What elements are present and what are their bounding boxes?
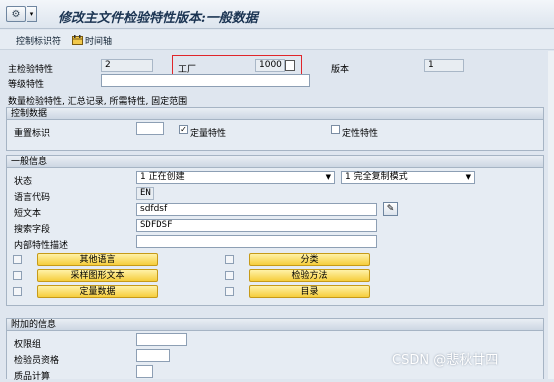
language-label: 语言代码 bbox=[14, 193, 51, 203]
internal-desc-label: 内部特性描述 bbox=[14, 241, 69, 251]
general-info-heading: 一般信息 bbox=[7, 156, 543, 168]
class-char-input[interactable] bbox=[101, 74, 310, 87]
status-label: 状态 bbox=[14, 177, 33, 187]
dropdown-arrow-icon: ▼ bbox=[465, 173, 471, 181]
edit-text-icon[interactable]: ✎ bbox=[383, 202, 398, 216]
vertical-scrollbar[interactable] bbox=[548, 51, 554, 379]
data-note: 数量检验特性, 汇总记录, 所需特性, 固定范围 bbox=[8, 97, 188, 107]
authorization-label: 权限组 bbox=[14, 340, 42, 350]
control-ids-label: 控制标识符 bbox=[16, 37, 62, 47]
catalog-indicator bbox=[225, 287, 234, 296]
short-text-label: 短文本 bbox=[14, 209, 42, 219]
copy-icon[interactable] bbox=[285, 60, 295, 71]
quantitative-label: 定量特性 bbox=[190, 129, 227, 139]
status-dropdown[interactable]: 1 正在创建 ▼ bbox=[136, 171, 335, 184]
status-value: 1 正在创建 bbox=[140, 172, 185, 182]
other-languages-indicator bbox=[13, 255, 22, 264]
copy-mode-value: 1 完全复制模式 bbox=[345, 172, 408, 182]
search-field-label: 搜索字段 bbox=[14, 225, 51, 235]
plant-field: 1000 bbox=[255, 59, 285, 72]
reference-id-input[interactable] bbox=[136, 122, 164, 135]
quantitative-data-button[interactable]: 定量数据 bbox=[37, 285, 158, 298]
master-char-label: 主检验特性 bbox=[8, 65, 54, 75]
control-data-group: 控制数据 bbox=[6, 107, 544, 151]
reference-id-label: 重置标识 bbox=[14, 129, 51, 139]
short-text-input[interactable]: sdfdsf bbox=[136, 203, 377, 216]
watermark: CSDN @悲秋廿四 bbox=[392, 353, 499, 368]
title-bar: ⚙ ▾ 修改主文件检验特性版本:一般数据 bbox=[0, 0, 554, 29]
version-label: 版本 bbox=[331, 65, 350, 75]
system-menu-caret-icon[interactable]: ▾ bbox=[27, 6, 37, 22]
class-char-label: 等级特性 bbox=[8, 80, 45, 90]
inspection-method-indicator bbox=[225, 271, 234, 280]
master-char-field: 2 bbox=[101, 59, 153, 72]
qscore-label: 质品计算 bbox=[14, 372, 51, 382]
inspector-label: 检验员资格 bbox=[14, 356, 60, 366]
control-data-heading: 控制数据 bbox=[7, 108, 543, 120]
inspection-method-button[interactable]: 检验方法 bbox=[249, 269, 370, 282]
authorization-input[interactable] bbox=[136, 333, 187, 346]
control-ids-button[interactable]: 控制标识符 bbox=[16, 34, 61, 47]
sample-text-button[interactable]: 采样图形文本 bbox=[37, 269, 158, 282]
quantitative-checkbox[interactable]: ✓ bbox=[179, 125, 188, 134]
timeline-label: 时间轴 bbox=[85, 37, 113, 47]
internal-desc-input[interactable] bbox=[136, 235, 377, 248]
copy-mode-dropdown[interactable]: 1 完全复制模式 ▼ bbox=[341, 171, 475, 184]
timeline-icon bbox=[72, 35, 83, 45]
application-toolbar: 控制标识符 时间轴 bbox=[0, 30, 554, 50]
qscore-input[interactable] bbox=[136, 365, 153, 378]
version-field: 1 bbox=[424, 59, 464, 72]
additional-info-heading: 附加的信息 bbox=[7, 319, 543, 331]
timeline-button[interactable]: 时间轴 bbox=[72, 34, 112, 47]
classification-indicator bbox=[225, 255, 234, 264]
page-title: 修改主文件检验特性版本:一般数据 bbox=[58, 11, 258, 26]
dropdown-arrow-icon: ▼ bbox=[325, 173, 331, 181]
search-field-input[interactable]: SDFDSF bbox=[136, 219, 377, 232]
system-menu-icon[interactable]: ⚙ bbox=[6, 6, 26, 22]
qualitative-label: 定性特性 bbox=[342, 129, 379, 139]
inspector-input[interactable] bbox=[136, 349, 170, 362]
qualitative-checkbox[interactable] bbox=[331, 125, 340, 134]
language-field: EN bbox=[136, 187, 154, 200]
quantitative-data-indicator bbox=[13, 287, 22, 296]
other-languages-button[interactable]: 其他语言 bbox=[37, 253, 158, 266]
catalog-button[interactable]: 目录 bbox=[249, 285, 370, 298]
classification-button[interactable]: 分类 bbox=[249, 253, 370, 266]
sample-text-indicator bbox=[13, 271, 22, 280]
